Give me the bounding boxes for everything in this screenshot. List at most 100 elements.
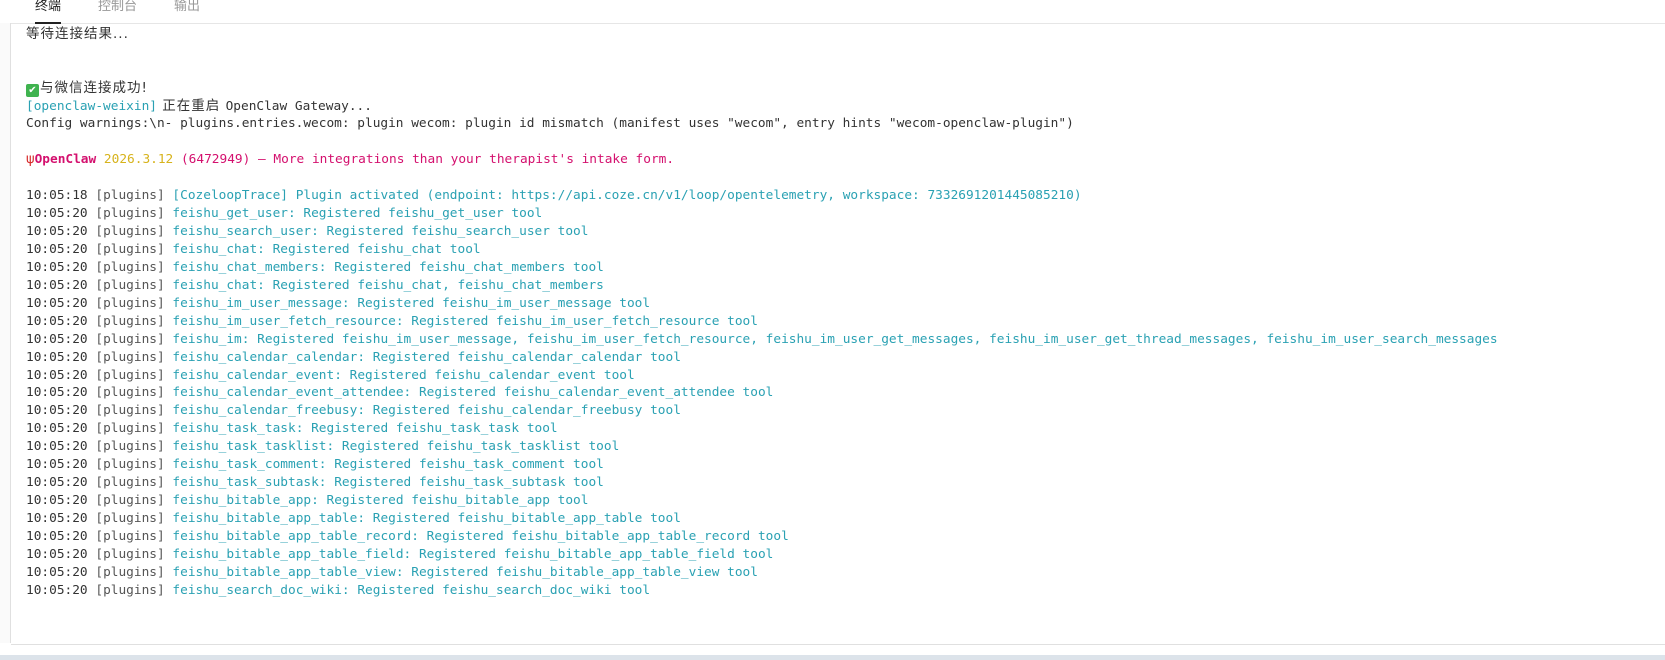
log-line: 10:05:20 [plugins] feishu_get_user: Regi… bbox=[26, 205, 542, 223]
log-time: 10:05:20 bbox=[26, 457, 88, 473]
log-time: 10:05:20 bbox=[26, 475, 88, 491]
log-time: 10:05:20 bbox=[26, 349, 88, 365]
log-message: [CozeloopTrace] Plugin activated (endpoi… bbox=[172, 188, 1082, 203]
log-tag: [plugins] bbox=[95, 331, 165, 347]
log-time: 10:05:20 bbox=[26, 367, 88, 383]
log-message: feishu_chat: Registered feishu_chat, fei… bbox=[172, 277, 604, 293]
log-tag: [plugins] bbox=[95, 277, 165, 293]
log-tag: [plugins] bbox=[95, 367, 165, 383]
terminal-output[interactable]: 等待连接结果... ✔ 与微信连接成功! [openclaw-weixin] 正在… bbox=[11, 24, 1665, 645]
log-tag: [plugins] bbox=[95, 475, 165, 491]
log-line: 10:05:20 [plugins] feishu_bitable_app_ta… bbox=[26, 546, 773, 564]
log-time: 10:05:20 bbox=[26, 403, 88, 419]
log-message: feishu_bitable_app_table_field: Register… bbox=[172, 547, 774, 562]
log-time: 10:05:20 bbox=[26, 313, 88, 329]
log-tag: [plugins] bbox=[95, 385, 165, 401]
banner-build: (6472949) bbox=[173, 152, 251, 167]
restart-line: [openclaw-weixin] 正在重启 OpenClaw Gateway.… bbox=[26, 97, 372, 115]
left-panel-edge bbox=[0, 23, 11, 643]
log-tag: [plugins] bbox=[95, 439, 165, 455]
banner-tagline: — More integrations than your therapist'… bbox=[250, 152, 675, 167]
log-line: 10:05:20 [plugins] feishu_task_subtask: … bbox=[26, 474, 604, 492]
log-time: 10:05:20 bbox=[26, 529, 88, 545]
log-line: 10:05:20 [plugins] feishu_im_user_messag… bbox=[26, 295, 650, 313]
log-tag: [plugins] bbox=[95, 188, 165, 203]
log-time: 10:05:20 bbox=[26, 493, 88, 509]
log-tag: [plugins] bbox=[95, 547, 165, 562]
tab-terminal[interactable]: 终端 bbox=[35, 0, 62, 24]
log-tag: [plugins] bbox=[95, 564, 165, 580]
log-message: feishu_bitable_app_table_record: Registe… bbox=[172, 529, 789, 545]
log-line: 10:05:20 [plugins] feishu_search_user: R… bbox=[26, 223, 588, 241]
lobster-icon: ψ bbox=[26, 152, 35, 167]
log-time: 10:05:20 bbox=[26, 223, 88, 239]
log-tag: [plugins] bbox=[95, 241, 165, 257]
log-message: feishu_bitable_app_table: Registered fei… bbox=[172, 511, 681, 527]
log-tag: [plugins] bbox=[95, 223, 165, 239]
log-message: feishu_calendar_event: Registered feishu… bbox=[172, 367, 635, 383]
log-message: feishu_im: Registered feishu_im_user_mes… bbox=[172, 331, 1498, 347]
check-mark-icon: ✔ bbox=[26, 84, 39, 97]
log-line: 10:05:20 [plugins] feishu_chat_members: … bbox=[26, 259, 604, 277]
log-line: 10:05:20 [plugins] feishu_task_tasklist:… bbox=[26, 438, 619, 456]
log-time: 10:05:20 bbox=[26, 421, 88, 437]
log-time: 10:05:20 bbox=[26, 277, 88, 293]
log-line: 10:05:20 [plugins] feishu_chat: Register… bbox=[26, 241, 481, 259]
log-line: 10:05:20 [plugins] feishu_im: Registered… bbox=[26, 331, 1498, 349]
log-message: feishu_task_tasklist: Registered feishu_… bbox=[172, 439, 620, 455]
success-text: 与微信连接成功! bbox=[40, 80, 148, 96]
log-message: feishu_task_comment: Registered feishu_t… bbox=[172, 457, 604, 473]
log-message: feishu_calendar_event_attendee: Register… bbox=[172, 385, 774, 401]
log-line: 10:05:20 [plugins] feishu_task_task: Reg… bbox=[26, 420, 558, 438]
tab-output[interactable]: 输出 bbox=[174, 0, 200, 22]
log-tag: [plugins] bbox=[95, 403, 165, 419]
log-message: feishu_im_user_message: Registered feish… bbox=[172, 295, 651, 311]
log-message: feishu_calendar_freebusy: Registered fei… bbox=[172, 403, 681, 419]
log-time: 10:05:20 bbox=[26, 241, 88, 257]
log-time: 10:05:20 bbox=[26, 439, 88, 455]
success-line: ✔ 与微信连接成功! bbox=[26, 79, 148, 97]
log-tag: [plugins] bbox=[95, 259, 165, 275]
log-message: feishu_search_doc_wiki: Registered feish… bbox=[172, 582, 651, 598]
config-warning-line: Config warnings:\n- plugins.entries.weco… bbox=[26, 116, 1074, 131]
log-time: 10:05:20 bbox=[26, 582, 88, 598]
log-message: feishu_chat_members: Registered feishu_c… bbox=[172, 259, 604, 275]
log-line: 10:05:20 [plugins] feishu_task_comment: … bbox=[26, 456, 604, 474]
restart-message-en: OpenClaw Gateway... bbox=[225, 99, 372, 114]
log-line: 10:05:20 [plugins] feishu_bitable_app_ta… bbox=[26, 564, 758, 582]
log-time: 10:05:18 bbox=[26, 188, 88, 203]
log-tag: [plugins] bbox=[95, 511, 165, 527]
log-line: 10:05:20 [plugins] feishu_bitable_app_ta… bbox=[26, 528, 789, 546]
log-tag: [plugins] bbox=[95, 493, 165, 509]
log-time: 10:05:20 bbox=[26, 547, 88, 562]
log-tag: [plugins] bbox=[95, 205, 165, 221]
log-line: 10:05:20 [plugins] feishu_im_user_fetch_… bbox=[26, 313, 758, 331]
log-tag: [plugins] bbox=[95, 529, 165, 545]
panel-tab-bar: 终端 控制台 输出 bbox=[0, 0, 1665, 24]
banner-version: 2026.3.12 bbox=[96, 152, 174, 167]
log-time: 10:05:20 bbox=[26, 331, 88, 347]
log-line: 10:05:20 [plugins] feishu_chat: Register… bbox=[26, 277, 604, 295]
log-tag: [plugins] bbox=[95, 349, 165, 365]
log-tag: [plugins] bbox=[95, 457, 165, 473]
log-tag: [plugins] bbox=[95, 313, 165, 329]
log-message: feishu_chat: Registered feishu_chat tool bbox=[172, 241, 481, 257]
log-time: 10:05:20 bbox=[26, 511, 88, 527]
log-message: feishu_calendar_calendar: Registered fei… bbox=[172, 349, 681, 365]
log-message: feishu_bitable_app: Registered feishu_bi… bbox=[172, 493, 589, 509]
log-message: feishu_get_user: Registered feishu_get_u… bbox=[172, 205, 543, 221]
log-time: 10:05:20 bbox=[26, 564, 88, 580]
bottom-edge bbox=[0, 655, 1665, 660]
log-message: feishu_search_user: Registered feishu_se… bbox=[172, 223, 589, 239]
log-time: 10:05:20 bbox=[26, 205, 88, 221]
waiting-line: 等待连接结果... bbox=[26, 26, 129, 42]
log-time: 10:05:20 bbox=[26, 295, 88, 311]
log-line: 10:05:20 [plugins] feishu_calendar_calen… bbox=[26, 349, 681, 367]
banner-line: ψOpenClaw 2026.3.12 (6472949) — More int… bbox=[26, 151, 674, 169]
log-line: 10:05:18 [plugins] [CozeloopTrace] Plugi… bbox=[26, 187, 1082, 205]
tab-console[interactable]: 控制台 bbox=[98, 0, 137, 22]
restart-message-cn: 正在重启 bbox=[156, 98, 226, 114]
log-line: 10:05:20 [plugins] feishu_search_doc_wik… bbox=[26, 582, 650, 600]
log-time: 10:05:20 bbox=[26, 259, 88, 275]
log-line: 10:05:20 [plugins] feishu_calendar_event… bbox=[26, 384, 773, 402]
